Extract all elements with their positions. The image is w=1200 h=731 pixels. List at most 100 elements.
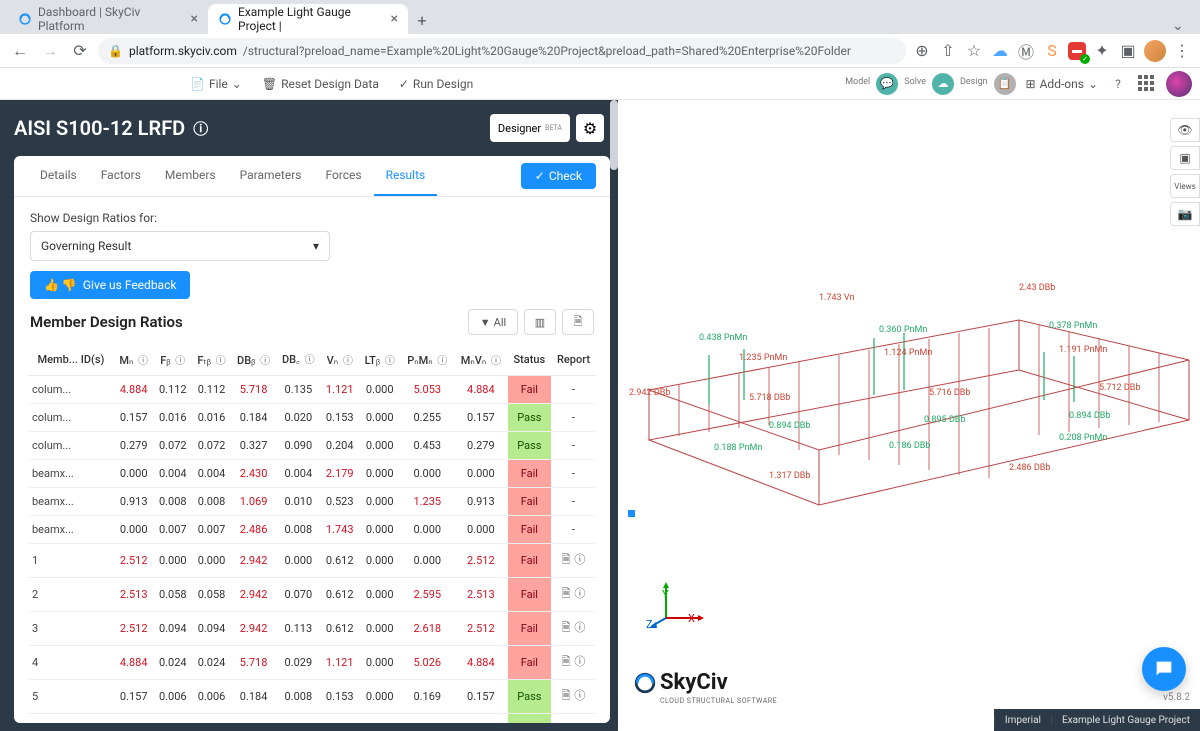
reload-button[interactable]: ⟳	[68, 39, 92, 63]
col-header[interactable]: MₙVₙ ⓘ	[454, 343, 508, 376]
info-icon[interactable]: ⓘ	[491, 356, 501, 367]
close-icon[interactable]: ×	[191, 11, 198, 27]
col-header[interactable]: PₙMₙ ⓘ	[401, 343, 455, 376]
apps-grid-icon[interactable]	[1138, 75, 1156, 93]
model-viewer[interactable]: 👁 ▣ Views 📷	[618, 100, 1200, 731]
design-status-icon[interactable]: 📋	[994, 73, 1016, 95]
info-icon[interactable]: ⓘ	[574, 619, 585, 638]
table-row[interactable]: beamx...0.0000.0040.0042.4300.0042.1790.…	[28, 460, 596, 488]
info-icon[interactable]: ⓘ	[574, 687, 585, 706]
reset-design-button[interactable]: 🗑 Reset Design Data	[262, 77, 379, 91]
columns-button[interactable]: ▥	[524, 309, 556, 335]
table-row[interactable]: colum...4.8840.1120.1125.7180.1351.1210.…	[28, 376, 596, 404]
info-icon[interactable]: ⓘ	[305, 355, 315, 366]
col-header[interactable]: Fᵦ ⓘ	[154, 343, 192, 376]
info-icon[interactable]: ⓘ	[175, 356, 185, 367]
col-header[interactable]: DBᵦ ⓘ	[231, 343, 276, 376]
col-header[interactable]: Status	[508, 343, 551, 376]
tab-parameters[interactable]: Parameters	[228, 156, 314, 196]
star-icon[interactable]: ☆	[964, 41, 984, 61]
scrollbar[interactable]	[610, 100, 618, 170]
col-header[interactable]: LTᵦ ⓘ	[359, 343, 401, 376]
col-header[interactable]: Memb... ID(s)	[28, 343, 114, 376]
table-row[interactable]: beamx...0.9130.0080.0081.0690.0100.5230.…	[28, 488, 596, 516]
col-header[interactable]: Mₙ ⓘ	[114, 343, 154, 376]
tab-factors[interactable]: Factors	[89, 156, 153, 196]
export-button[interactable]: 🗎	[562, 309, 594, 335]
report-icon[interactable]: 🗎	[562, 619, 571, 638]
report-icon[interactable]: 🗎	[562, 653, 571, 672]
chevron-down-icon[interactable]: ⌄	[1172, 18, 1192, 34]
file-menu[interactable]: 📄 File ⌄	[190, 77, 242, 91]
info-icon[interactable]: ⓘ	[574, 653, 585, 672]
tab-members[interactable]: Members	[153, 156, 228, 196]
camera-tool[interactable]: 📷	[1170, 202, 1200, 226]
ratio-filter-select[interactable]: Governing Result ▾	[30, 231, 330, 261]
project-label[interactable]: Example Light Gauge Project	[1051, 715, 1200, 726]
browser-tab-2[interactable]: Example Light Gauge Project | ×	[208, 4, 408, 34]
col-header[interactable]: DB꜀ ⓘ	[276, 343, 320, 376]
forward-button[interactable]: →	[38, 39, 62, 63]
designer-button[interactable]: Designer BETA	[490, 114, 570, 142]
filter-all-button[interactable]: ▼ All	[468, 309, 518, 335]
table-row[interactable]: colum...0.1570.0160.0160.1840.0200.1530.…	[28, 404, 596, 432]
units-label[interactable]: Imperial	[994, 715, 1051, 726]
report-icon[interactable]: 🗎	[562, 585, 571, 604]
views-tool[interactable]: Views	[1170, 174, 1200, 198]
check-button[interactable]: ✓ Check	[521, 163, 596, 189]
col-header[interactable]: Report	[551, 343, 596, 376]
info-icon[interactable]: ⓘ	[138, 356, 148, 367]
table-row[interactable]: colum...0.2790.0720.0720.3270.0900.2040.…	[28, 432, 596, 460]
help-icon[interactable]: ?	[1108, 74, 1128, 94]
info-icon[interactable]: ⓘ	[343, 356, 353, 367]
new-tab-button[interactable]: +	[408, 6, 436, 34]
extension-icon[interactable]: S	[1042, 41, 1062, 61]
visibility-tool[interactable]: 👁	[1170, 118, 1200, 142]
view-mode-tool[interactable]: ▣	[1170, 146, 1200, 170]
col-header[interactable]: Fₜᵦ ⓘ	[192, 343, 231, 376]
col-header[interactable]: Vₙ ⓘ	[321, 343, 359, 376]
table-row[interactable]: 44.8840.0240.0245.7180.0291.1210.0005.02…	[28, 646, 596, 680]
info-icon[interactable]: ⓘ	[437, 356, 447, 367]
window-icon[interactable]: ▣	[1118, 41, 1138, 61]
cloud-icon[interactable]: ☁	[990, 41, 1010, 61]
share-icon[interactable]: ⇧	[938, 41, 958, 61]
tab-forces[interactable]: Forces	[313, 156, 373, 196]
back-button[interactable]: ←	[8, 39, 32, 63]
info-icon[interactable]: ⓘ	[216, 356, 226, 367]
table-row[interactable]: 22.5130.0580.0582.9420.0700.6120.0002.59…	[28, 578, 596, 612]
search-icon[interactable]: ⊕	[912, 41, 932, 61]
table-row[interactable]: 12.5120.0000.0002.9420.0000.6120.0000.00…	[28, 544, 596, 578]
info-icon[interactable]: ⓘ	[574, 551, 585, 570]
settings-button[interactable]: ⚙	[576, 114, 604, 142]
tab-results[interactable]: Results	[374, 156, 438, 196]
browser-tab-1[interactable]: Dashboard | SkyCiv Platform ×	[8, 4, 208, 34]
info-icon[interactable]: ⓘ	[574, 721, 585, 723]
menu-icon[interactable]: ⋮	[1172, 41, 1192, 61]
profile-avatar[interactable]	[1144, 40, 1166, 62]
url-field[interactable]: 🔒 platform.skyciv.com/structural?preload…	[98, 38, 906, 64]
table-row[interactable]: 50.1570.0060.0060.1840.0080.1530.0000.16…	[28, 680, 596, 714]
report-icon[interactable]: 🗎	[562, 687, 571, 706]
addons-menu[interactable]: ⊞ Add-ons ⌄	[1026, 77, 1098, 91]
extension-badge-icon[interactable]: ▬	[1068, 42, 1086, 60]
info-icon[interactable]: ⓘ	[260, 356, 270, 367]
feedback-button[interactable]: 👍 👎 Give us Feedback	[30, 271, 190, 299]
report-icon[interactable]: 🗎	[562, 721, 571, 723]
tab-details[interactable]: Details	[28, 156, 89, 196]
extensions-icon[interactable]: ✦	[1092, 41, 1112, 61]
info-icon[interactable]: ⓘ	[193, 118, 208, 139]
table-row[interactable]: beamx...0.0000.0070.0072.4860.0081.7430.…	[28, 516, 596, 544]
user-avatar[interactable]	[1166, 71, 1192, 97]
table-row[interactable]: 32.5120.0940.0942.9420.1130.6120.0002.61…	[28, 612, 596, 646]
model-status-icon[interactable]: 💬	[876, 73, 898, 95]
chat-button[interactable]	[1142, 647, 1186, 691]
info-icon[interactable]: ⓘ	[385, 356, 395, 367]
info-icon[interactable]: ⓘ	[574, 585, 585, 604]
close-icon[interactable]: ×	[391, 11, 398, 27]
extension-icon[interactable]: Ⓜ	[1016, 41, 1036, 61]
report-icon[interactable]: 🗎	[562, 551, 571, 570]
run-design-button[interactable]: ✓ Run Design	[399, 77, 473, 91]
table-row[interactable]: 60.1570.0010.0010.1840.0010.1530.0000.18…	[28, 714, 596, 724]
solve-status-icon[interactable]: ☁	[932, 73, 954, 95]
